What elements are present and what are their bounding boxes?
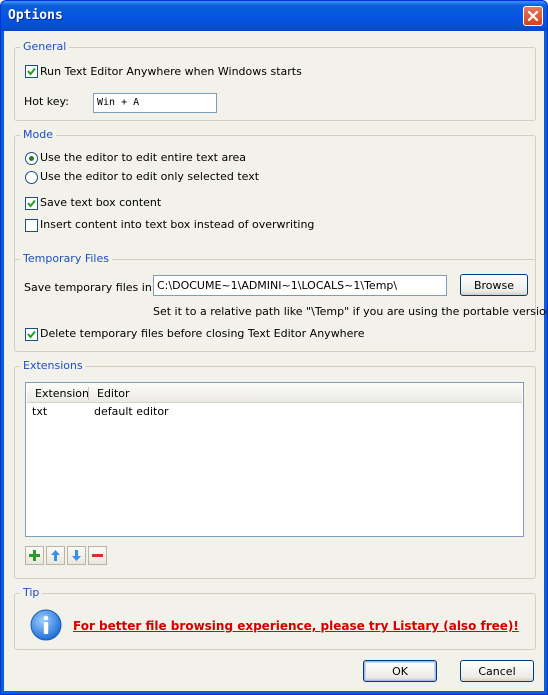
extensions-list[interactable]: Extension Editor txt default editor [25, 382, 524, 537]
tip-legend: Tip [20, 586, 43, 599]
options-window: Options General Run Text Editor Anywhere… [0, 0, 548, 695]
move-down-icon [72, 550, 81, 561]
cancel-button[interactable]: Cancel [460, 660, 534, 682]
checkmark-icon [27, 330, 36, 339]
list-header: Extension Editor [27, 384, 522, 403]
row-editor-cell: default editor [94, 405, 169, 418]
temporary-files-group: Temporary Files Save temporary files in:… [14, 252, 547, 352]
close-button[interactable] [523, 6, 543, 26]
column-separator[interactable] [88, 387, 89, 400]
checkmark-icon [27, 199, 36, 208]
mode-legend: Mode [20, 128, 56, 141]
dialog-body: General Run Text Editor Anywhere when Wi… [4, 31, 547, 691]
info-icon [30, 609, 62, 641]
insert-content-checkbox[interactable] [25, 219, 38, 232]
move-up-button[interactable] [46, 546, 65, 565]
column-editor[interactable]: Editor [97, 387, 130, 400]
move-down-button[interactable] [67, 546, 86, 565]
checkmark-icon [27, 67, 36, 76]
edit-selected-radio[interactable] [25, 171, 38, 184]
run-at-startup-label: Run Text Editor Anywhere when Windows st… [40, 65, 302, 78]
general-group: General Run Text Editor Anywhere when Wi… [14, 40, 536, 121]
move-up-icon [51, 550, 60, 561]
radio-dot [29, 156, 34, 161]
row-extension-cell: txt [32, 405, 48, 418]
column-extension[interactable]: Extension [35, 387, 89, 400]
extensions-group: Extensions Extension Editor txt default … [14, 359, 536, 579]
add-extension-button[interactable] [25, 546, 44, 565]
run-at-startup-checkbox[interactable] [25, 65, 38, 78]
save-textbox-label: Save text box content [40, 196, 162, 209]
listary-link[interactable]: For better file browsing experience, ple… [73, 619, 519, 633]
general-legend: General [20, 40, 70, 53]
edit-entire-radio[interactable] [25, 152, 38, 165]
save-textbox-checkbox[interactable] [25, 197, 38, 210]
close-icon [527, 10, 539, 22]
delete-temp-checkbox[interactable] [25, 328, 38, 341]
hotkey-input[interactable]: Win + A [93, 93, 217, 113]
remove-icon [92, 554, 103, 557]
save-temp-label: Save temporary files in: [24, 281, 156, 294]
ok-button[interactable]: OK [363, 660, 437, 682]
edit-entire-label: Use the editor to edit entire text area [40, 151, 247, 164]
temp-path-input[interactable]: C:\DOCUME~1\ADMINI~1\LOCALS~1\Temp\ [153, 275, 447, 296]
extensions-legend: Extensions [20, 359, 86, 372]
browse-button[interactable]: Browse [460, 274, 528, 296]
tip-group: Tip For better file browsing experience,… [14, 586, 536, 650]
edit-selected-label: Use the editor to edit only selected tex… [40, 170, 260, 183]
table-row[interactable]: txt default editor [27, 405, 522, 421]
remove-extension-button[interactable] [88, 546, 107, 565]
window-title: Options [8, 8, 63, 23]
temp-path-hint: Set it to a relative path like "\Temp" i… [153, 305, 548, 318]
title-bar[interactable]: Options [1, 1, 547, 31]
add-icon [29, 550, 40, 561]
temporary-files-legend: Temporary Files [20, 252, 112, 265]
delete-temp-label: Delete temporary files before closing Te… [40, 327, 365, 340]
insert-content-label: Insert content into text box instead of … [40, 218, 315, 231]
hotkey-label: Hot key: [24, 95, 69, 108]
